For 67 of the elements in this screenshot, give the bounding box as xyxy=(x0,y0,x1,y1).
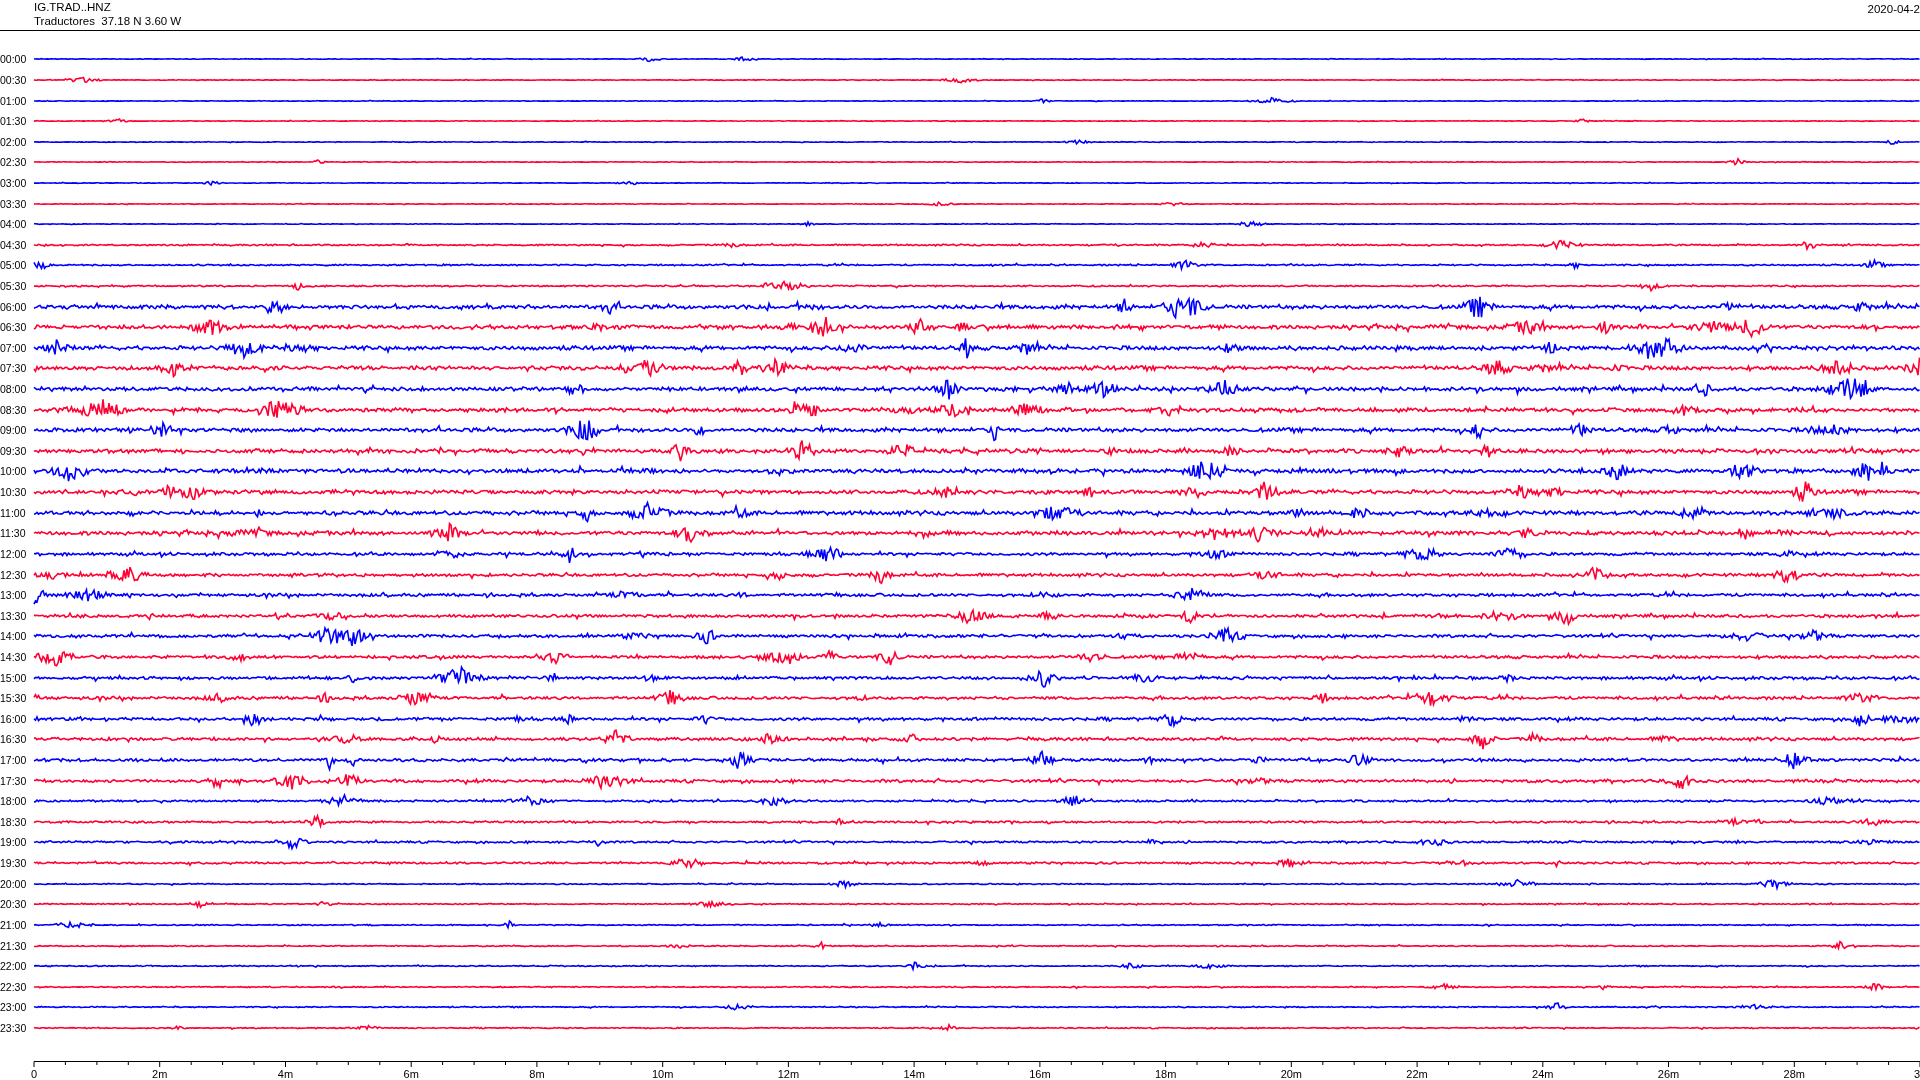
time-label: 02:30 xyxy=(0,156,28,169)
time-label: 08:30 xyxy=(0,403,28,416)
time-label: 03:30 xyxy=(0,197,28,210)
time-label: 12:00 xyxy=(0,547,28,560)
time-label: 09:00 xyxy=(0,424,28,437)
time-label: 09:30 xyxy=(0,444,28,457)
station-location: Traductores 37.18 N 3.60 W xyxy=(34,14,182,28)
tick-label: 4m xyxy=(277,1068,294,1080)
time-label: 23:00 xyxy=(0,1001,28,1014)
time-label: 06:30 xyxy=(0,321,28,334)
tick-label: 12m xyxy=(777,1068,800,1080)
time-label: 08:00 xyxy=(0,383,28,396)
time-label: 10:30 xyxy=(0,486,28,499)
tick-label: 28m xyxy=(1783,1068,1805,1080)
time-label: 18:30 xyxy=(0,815,28,828)
time-label: 16:30 xyxy=(0,733,28,746)
time-label: 15:30 xyxy=(0,692,28,705)
time-label: 12:30 xyxy=(0,568,28,581)
time-label: 18:00 xyxy=(0,795,28,808)
time-label: 15:00 xyxy=(0,671,28,684)
tick-label: 6m xyxy=(403,1068,419,1080)
time-label: 01:00 xyxy=(0,94,28,107)
time-label: 17:30 xyxy=(0,774,28,787)
time-label: 07:00 xyxy=(0,341,28,354)
time-label: 14:30 xyxy=(0,650,28,663)
time-label: 04:30 xyxy=(0,238,28,251)
time-label: 04:00 xyxy=(0,218,28,231)
time-label: 22:30 xyxy=(0,980,28,993)
time-label: 22:00 xyxy=(0,960,28,973)
time-label: 21:30 xyxy=(0,939,28,952)
time-label: 19:00 xyxy=(0,836,28,849)
time-label: 07:30 xyxy=(0,362,28,375)
time-label: 13:00 xyxy=(0,589,28,602)
time-label: 16:00 xyxy=(0,712,28,725)
tick-label: 14m xyxy=(903,1068,925,1080)
time-label: 00:30 xyxy=(0,73,28,86)
time-label: 14:00 xyxy=(0,630,28,643)
tick-label: 18m xyxy=(1154,1068,1177,1080)
tick-label: 24m xyxy=(1532,1068,1554,1080)
tick-label: 0 xyxy=(30,1068,38,1080)
time-label: 10:00 xyxy=(0,465,28,478)
tick-label: 8m xyxy=(529,1068,545,1080)
tick-label: 20m xyxy=(1280,1068,1303,1080)
station-code: IG.TRAD..HNZ xyxy=(34,0,112,14)
date-label: 2020-04-2 xyxy=(1867,2,1920,17)
time-label: 17:00 xyxy=(0,754,28,766)
tick-label: 16m xyxy=(1029,1068,1051,1080)
time-label: 20:30 xyxy=(0,898,28,911)
time-label: 00:00 xyxy=(0,53,28,66)
time-label: 05:30 xyxy=(0,280,28,292)
time-label: 02:00 xyxy=(0,135,28,148)
tick-label: 22m xyxy=(1406,1068,1428,1080)
time-label: 20:00 xyxy=(0,877,28,890)
time-label: 23:30 xyxy=(0,1021,28,1034)
time-label: 21:00 xyxy=(0,918,28,931)
tick-label: 10m xyxy=(651,1068,674,1080)
time-label: 19:30 xyxy=(0,857,28,870)
time-label: 01:30 xyxy=(0,115,28,128)
tick-label: 2m xyxy=(152,1068,168,1080)
time-label: 03:00 xyxy=(0,176,28,189)
time-label: 11:30 xyxy=(0,527,27,540)
time-label: 13:30 xyxy=(0,609,28,622)
time-label: 11:00 xyxy=(0,506,27,519)
tick-label: 3 xyxy=(1913,1068,1920,1080)
time-label: 06:00 xyxy=(0,300,28,313)
time-label: 05:00 xyxy=(0,259,28,272)
tick-label: 26m xyxy=(1657,1068,1680,1080)
